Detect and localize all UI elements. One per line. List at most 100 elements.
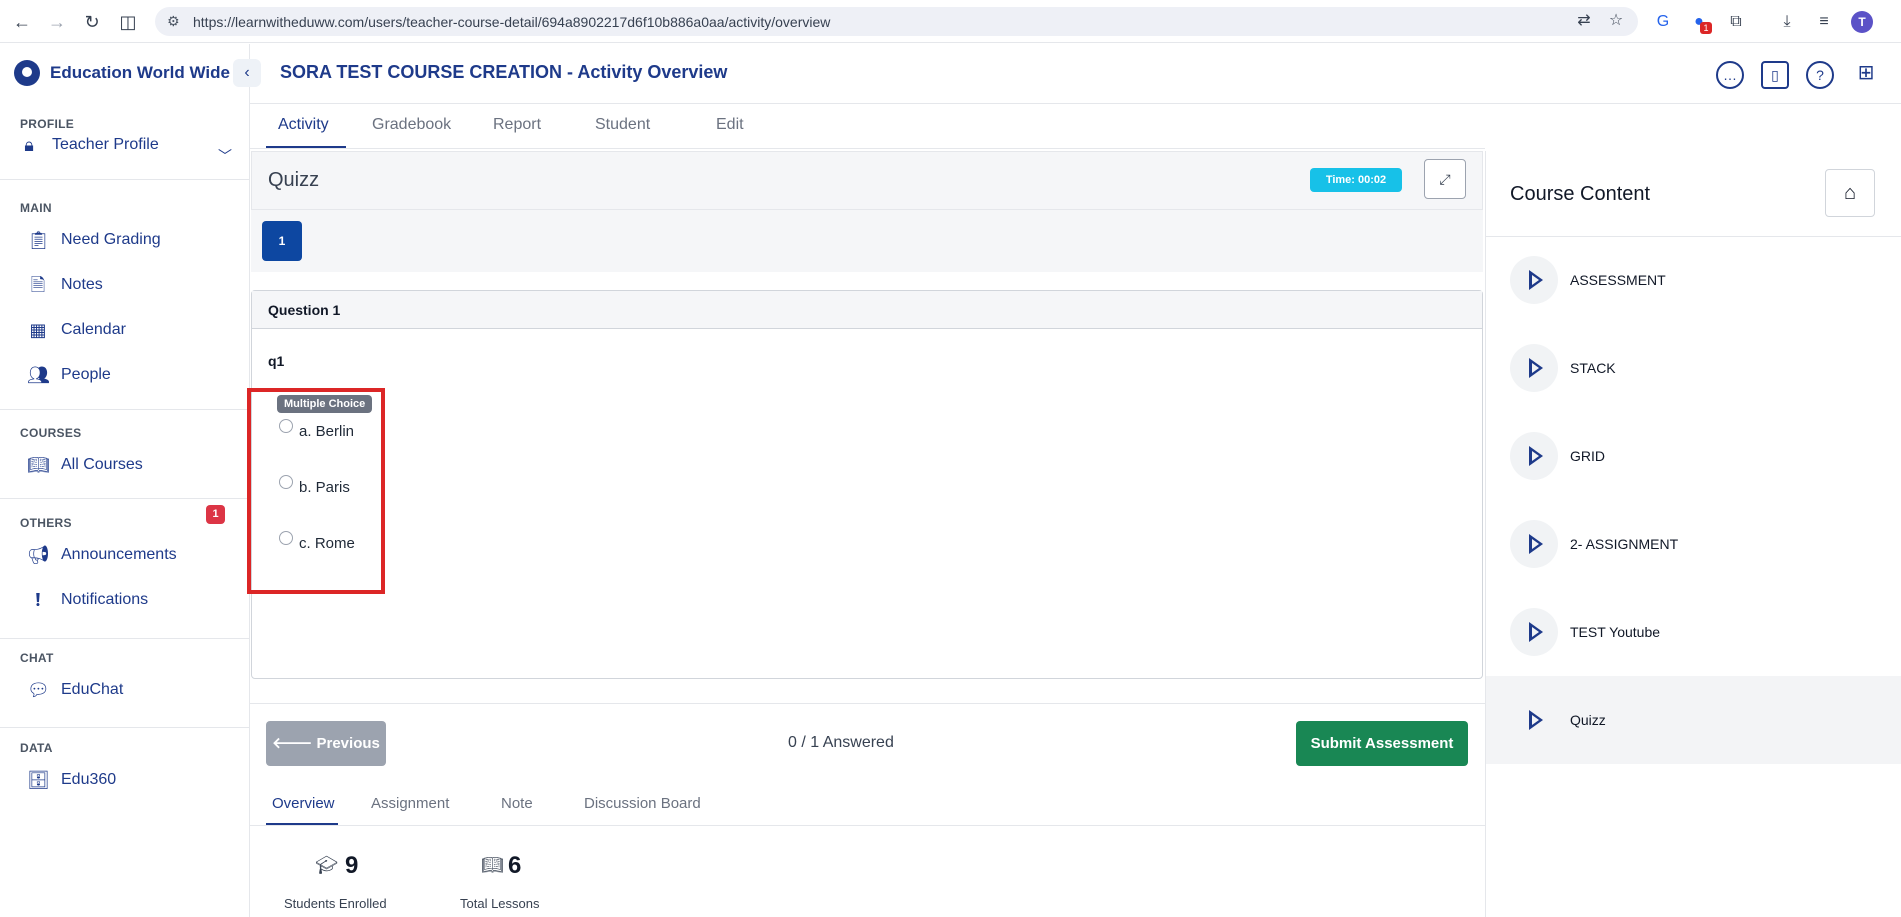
clipboard-clock-icon: 📋︎ [27, 230, 50, 250]
question-nav-button-1[interactable]: 1 [262, 221, 302, 261]
sidebar-item-people[interactable]: 👥︎ People [27, 361, 111, 389]
extension-badge: 1 [1700, 22, 1712, 34]
chevron-down-icon[interactable]: ﹀ [218, 146, 232, 166]
play-icon [1510, 256, 1558, 304]
tabs-divider [250, 148, 1485, 149]
lesson-label: GRID [1570, 448, 1605, 464]
home-button[interactable]: ⌂ [1825, 169, 1875, 217]
sidebar-collapse-button[interactable]: ‹ [233, 59, 261, 87]
split-view-icon[interactable]: ◫ [116, 10, 140, 34]
translate-icon[interactable]: ⇄ [1573, 10, 1595, 32]
sidebar-item-label: Teacher Profile [52, 136, 159, 153]
question-navigator: 1 [251, 210, 1483, 272]
sidebar-item-notifications[interactable]: ❗︎ Notifications [27, 586, 149, 614]
alert-square-icon: ❗︎ [35, 590, 41, 610]
brand[interactable]: Education World Wide [14, 58, 230, 88]
previous-button[interactable]: 🡐 Previous [266, 721, 386, 766]
tab-edit[interactable]: Edit [716, 116, 744, 134]
sidebar-item-label: All Courses [61, 456, 143, 473]
answered-count: 0 / 1 Answered [788, 734, 894, 751]
media-control-icon[interactable]: ≡ [1813, 11, 1835, 33]
lesson-item[interactable]: ASSESSMENT [1486, 236, 1901, 324]
question-type-badge: Multiple Choice [277, 395, 373, 413]
option-label: c. Rome [299, 534, 355, 552]
section-main: MAIN [20, 201, 52, 215]
tab-gradebook[interactable]: Gradebook [372, 116, 451, 134]
play-icon [1510, 608, 1558, 656]
back-icon[interactable]: ← [10, 10, 34, 34]
address-bar[interactable]: ⚙ https://learnwitheduww.com/users/teach… [155, 7, 1638, 36]
radio-button[interactable] [279, 531, 293, 545]
lesson-label: TEST Youtube [1570, 624, 1661, 640]
chat-icon[interactable]: … [1716, 61, 1744, 89]
question-header: Question 1 [252, 291, 1482, 329]
sidebar-item-teacher-profile[interactable]: 🔒︎ Teacher Profile [18, 131, 159, 159]
students-enrolled-value: 9 [345, 852, 359, 879]
tab-assignment[interactable]: Assignment [371, 795, 449, 812]
submit-assessment-button[interactable]: Submit Assessment [1296, 721, 1468, 766]
sidebar-item-need-grading[interactable]: 📋︎ Need Grading [27, 226, 161, 254]
radio-button[interactable] [279, 475, 293, 489]
tab-discussion-board[interactable]: Discussion Board [584, 795, 701, 812]
section-courses: COURSES [20, 426, 82, 440]
play-icon [1510, 520, 1558, 568]
sidebar-divider [0, 409, 250, 410]
grid-apps-icon[interactable]: ⊞ [1852, 61, 1880, 89]
forward-icon[interactable]: → [45, 10, 69, 34]
fullscreen-expand-button[interactable]: ⤢ [1424, 159, 1466, 199]
reload-icon[interactable]: ↻ [80, 10, 104, 34]
tab-note[interactable]: Note [501, 795, 533, 812]
option-b[interactable]: b. Paris [279, 475, 350, 498]
tab-student[interactable]: Student [595, 116, 650, 134]
chat-bubble-icon: 💬︎ [27, 680, 50, 700]
sidebar-item-edu360[interactable]: 🗄︎ Edu360 [27, 766, 116, 794]
question-heading: Question 1 [268, 302, 341, 318]
browser-toolbar: ← → ↻ ◫ ⚙ https://learnwitheduww.com/use… [0, 0, 1901, 43]
sidebar-item-calendar[interactable]: ▦ Calendar [27, 316, 125, 344]
tab-report[interactable]: Report [493, 116, 541, 134]
lesson-item[interactable]: STACK [1486, 324, 1901, 412]
sidebar-divider [0, 727, 250, 728]
quiz-header: Quizz Time: 00:02 ⤢ [251, 151, 1483, 210]
help-icon[interactable]: ? [1806, 61, 1834, 89]
brand-name: Education World Wide [50, 63, 230, 82]
quiz-footer-divider [250, 703, 1485, 704]
bookmark-star-icon[interactable]: ☆ [1605, 10, 1627, 32]
sidebar-item-label: People [61, 366, 111, 383]
lesson-label: STACK [1570, 360, 1616, 376]
page-title: SORA TEST COURSE CREATION - Activity Ove… [280, 62, 728, 82]
download-icon[interactable]: ⤓ [1776, 11, 1798, 33]
section-chat: CHAT [20, 651, 54, 665]
quiz-title: Quizz [268, 169, 320, 191]
sidebar-item-notes[interactable]: 🗎 Notes [27, 271, 103, 299]
translate-extension-icon[interactable]: G [1652, 11, 1674, 33]
total-lessons-label: Total Lessons [460, 896, 540, 911]
sidebar-item-educhat[interactable]: 💬︎ EduChat [27, 676, 123, 704]
sidebar-item-label: Notifications [61, 591, 149, 608]
lesson-item[interactable]: GRID [1486, 412, 1901, 500]
lesson-item[interactable]: TEST Youtube [1486, 588, 1901, 676]
students-enrolled-label: Students Enrolled [284, 896, 387, 911]
file-icon[interactable]: ▯ [1761, 61, 1789, 89]
question-card: Question 1 q1 Multiple Choice a. Berlin … [247, 290, 1483, 679]
tab-overview[interactable]: Overview [272, 795, 335, 812]
profile-avatar[interactable]: T [1851, 11, 1873, 33]
sidebar-divider [0, 638, 250, 639]
option-c[interactable]: c. Rome [279, 531, 355, 554]
timer-badge: Time: 00:02 [1310, 168, 1402, 192]
sidebar-item-label: Announcements [61, 546, 177, 563]
sidebar-item-label: Edu360 [61, 771, 117, 788]
lesson-label: ASSESSMENT [1570, 272, 1666, 288]
extensions-puzzle-icon[interactable]: ⧉ [1725, 11, 1747, 33]
url-text: https://learnwitheduww.com/users/teacher… [193, 14, 831, 30]
sidebar-item-announcements[interactable]: 📢︎ Announcements [27, 541, 177, 569]
option-a[interactable]: a. Berlin [279, 419, 355, 442]
sidebar: Education World Wide PROFILE 🔒︎ Teacher … [0, 44, 250, 917]
tab-activity[interactable]: Activity [278, 116, 329, 134]
site-info-icon[interactable]: ⚙ [167, 13, 180, 30]
lesson-item[interactable]: 2- ASSIGNMENT [1486, 500, 1901, 588]
sidebar-item-all-courses[interactable]: 📖︎ All Courses [27, 451, 143, 479]
option-label: a. Berlin [299, 422, 355, 440]
radio-button[interactable] [279, 419, 293, 433]
lesson-item-active[interactable]: Quizz [1486, 676, 1901, 764]
